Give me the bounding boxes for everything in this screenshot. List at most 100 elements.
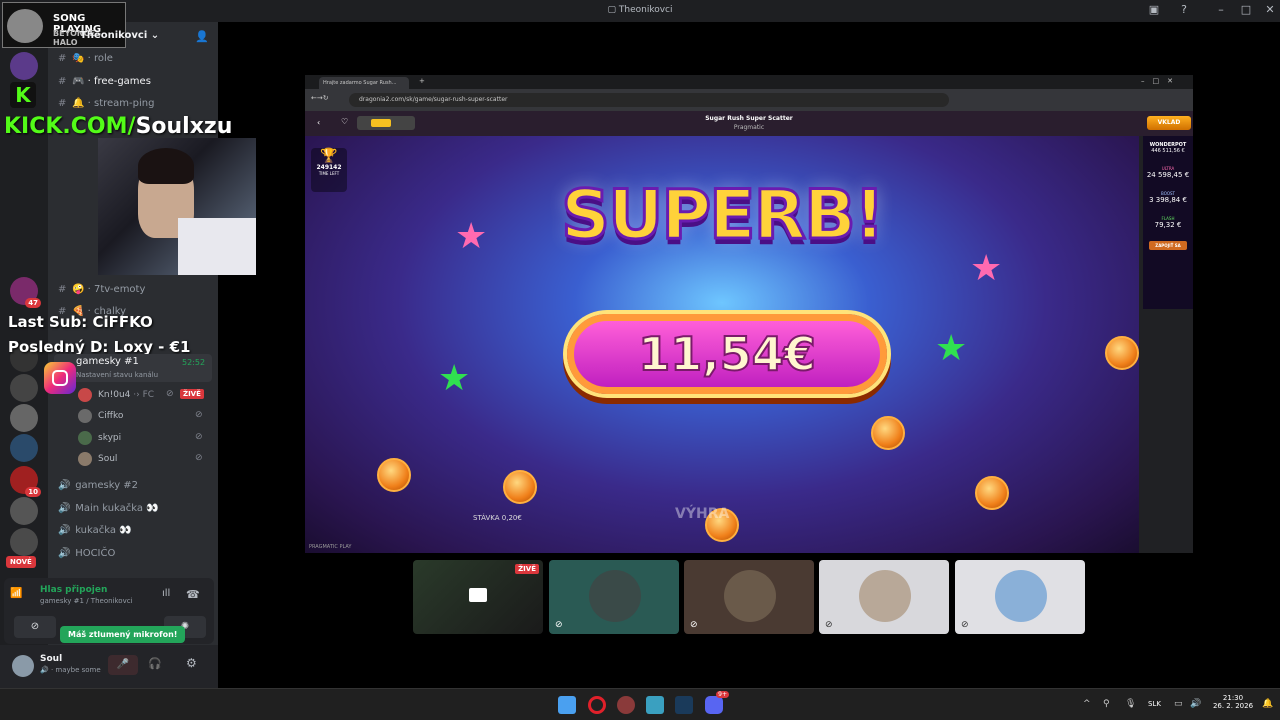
voice-connected-label: Hlas připojen — [40, 585, 108, 595]
notifications-icon[interactable]: 🔔 — [1262, 699, 1273, 709]
opera-icon[interactable] — [588, 696, 606, 714]
coin-icon — [975, 476, 1009, 510]
voice-channel-kukacka[interactable]: 🔊 kukačka 👀 — [58, 522, 132, 540]
help-icon[interactable]: ? — [1176, 3, 1192, 19]
server-icon[interactable]: 10 — [10, 466, 41, 497]
person-hair — [138, 148, 194, 184]
participant-tile[interactable]: ⊘ — [955, 560, 1085, 634]
voice-user[interactable]: Kn!0u4 ·› FC — [78, 387, 154, 403]
steam-icon[interactable] — [675, 696, 693, 714]
camera-button[interactable]: ⊘ — [14, 616, 56, 638]
minimize-button[interactable]: – — [1213, 3, 1229, 19]
server-icon[interactable] — [10, 434, 38, 462]
coin-icon — [503, 470, 537, 504]
notification-badge: 47 — [25, 298, 41, 308]
tray-chevron-icon[interactable]: ^ — [1083, 699, 1091, 709]
clock[interactable]: 21:30 26. 2. 2026 — [1212, 694, 1254, 710]
wonderpot-panel: WONDERPOT 446 511,56 € ULTRA 24 598,45 €… — [1143, 136, 1193, 309]
server-icon[interactable] — [10, 52, 38, 80]
voice-channel-main-kukacka[interactable]: 🔊 Main kukačka 👀 — [58, 500, 159, 518]
avatar — [589, 570, 641, 622]
muted-icon: ⊘ — [195, 432, 203, 442]
channel-role[interactable]: # 🎭 · role — [58, 50, 113, 68]
user-panel: Soul 🔊 · maybe some 🎤 🎧 ⚙ — [0, 645, 218, 688]
mic-icon[interactable]: 🎙 — [1125, 699, 1136, 709]
inbox-icon[interactable]: ▣ — [1146, 3, 1162, 19]
voice-channel-active[interactable]: gamesky #1 52:52 Nastavení stavu kanálu — [54, 354, 212, 382]
volume-icon[interactable]: 🔊 — [1190, 699, 1201, 709]
album-art — [7, 9, 43, 43]
channel-free-games[interactable]: # 🎮 · free-games — [58, 73, 151, 91]
last-sub-text: Last Sub: CiFFKO — [8, 313, 153, 331]
server-icon[interactable] — [10, 374, 38, 402]
discord-icon[interactable]: 9+ — [705, 691, 729, 714]
notes-icon[interactable] — [646, 696, 664, 714]
voice-channel-name: gamesky #1 — [76, 356, 139, 367]
muted-icon: ⊘ — [825, 620, 833, 630]
deposit-button[interactable]: VKLAD — [1147, 116, 1191, 130]
avatar — [859, 570, 911, 622]
voice-status: Nastavení stavu kanálu — [76, 371, 159, 379]
new-tab-icon[interactable]: + — [419, 77, 425, 85]
maximize-button[interactable]: □ — [1238, 3, 1254, 19]
browser-tab[interactable]: Hrajte zadarmo Sugar Rush... — [319, 77, 409, 89]
voice-channel-gamesky-2[interactable]: 🔊 gamesky #2 — [58, 477, 138, 495]
avatar — [724, 570, 776, 622]
voice-user[interactable]: skypi — [78, 430, 121, 446]
network-icon[interactable]: ⚲ — [1103, 699, 1110, 709]
mic-muted-button[interactable]: 🎤 — [108, 655, 138, 675]
star-candy-icon: ★ — [455, 216, 488, 257]
flash-value: 79,32 € — [1154, 221, 1182, 229]
voice-channel-hocico[interactable]: 🔊 HOCIČO — [58, 545, 115, 563]
star-candy-icon: ★ — [970, 248, 1003, 289]
tournament-value: 249142 — [316, 164, 342, 171]
nav-back-icon[interactable]: ←→↻ — [311, 94, 329, 102]
screen-share-icon — [469, 588, 487, 602]
slot-game-canvas[interactable]: 🏆 249142 TIME LEFT SUPERB! 11,54€ ★ ★ ★ … — [305, 136, 1139, 553]
wonderpot-total: 446 511,56 € — [1151, 148, 1185, 154]
server-icon[interactable] — [10, 528, 38, 556]
muted-icon: ⊘ — [195, 453, 203, 463]
participant-tile[interactable]: ⊘ — [819, 560, 949, 634]
headphones-icon[interactable]: 🎧 — [148, 657, 162, 670]
webcam-feed — [98, 138, 256, 275]
username: Soul — [40, 654, 63, 664]
voice-user[interactable]: Soul — [78, 451, 117, 467]
provider-footer: PRAGMATIC PLAY — [309, 544, 352, 550]
server-name[interactable]: Theonikovci ⌄ — [80, 30, 159, 41]
join-button[interactable]: ZAPOJIŤ SA — [1149, 241, 1187, 250]
channel-stream-ping[interactable]: # 🔔 · stream-ping — [58, 95, 154, 113]
windows-start-icon[interactable] — [558, 696, 576, 714]
win-headline: SUPERB! — [560, 175, 887, 257]
window-controls-icon[interactable]: –□✕ — [1141, 77, 1181, 85]
add-member-icon[interactable]: 👤 — [195, 30, 209, 43]
muted-icon: ⊘ — [195, 410, 203, 420]
avatar — [995, 570, 1047, 622]
app-icon[interactable] — [617, 696, 635, 714]
tournament-widget[interactable]: 🏆 249142 TIME LEFT — [311, 148, 347, 192]
server-icon[interactable]: 47 — [10, 277, 41, 308]
language-indicator[interactable]: SLK — [1148, 700, 1161, 708]
channel-7tv-emoty[interactable]: # 🤪 · 7tv-emoty — [58, 281, 145, 299]
noise-icon[interactable]: ıll — [162, 588, 170, 599]
display-icon[interactable]: ▭ — [1174, 699, 1183, 709]
trophy-icon: 🏆 — [320, 148, 338, 164]
voice-user[interactable]: Ciffko — [78, 408, 123, 424]
boost-value: 3 398,84 € — [1149, 196, 1187, 204]
win-label: VÝHRA — [675, 506, 730, 522]
close-button[interactable]: ✕ — [1262, 3, 1278, 19]
participant-tile[interactable]: ⊘ — [684, 560, 814, 634]
kick-url: KICK.COM/Soulxzu — [4, 114, 233, 139]
disconnect-icon[interactable]: ☎ — [186, 588, 200, 601]
avatar[interactable] — [12, 655, 34, 677]
person-shirt — [178, 218, 256, 275]
server-icon[interactable] — [10, 497, 38, 525]
notification-badge: 9+ — [716, 691, 729, 698]
muted-tooltip: Máš ztlumený mikrofon! — [60, 626, 186, 643]
participant-tile[interactable]: ⊘ — [549, 560, 679, 634]
settings-gear-icon[interactable]: ⚙ — [186, 656, 197, 670]
server-icon[interactable] — [10, 404, 38, 432]
address-bar[interactable]: dragonia2.com/sk/game/sugar-rush-super-s… — [349, 93, 949, 107]
browser-tabstrip: Hrajte zadarmo Sugar Rush... + –□✕ — [305, 75, 1193, 89]
stream-thumbnail[interactable]: ŽIVĚ — [413, 560, 543, 634]
